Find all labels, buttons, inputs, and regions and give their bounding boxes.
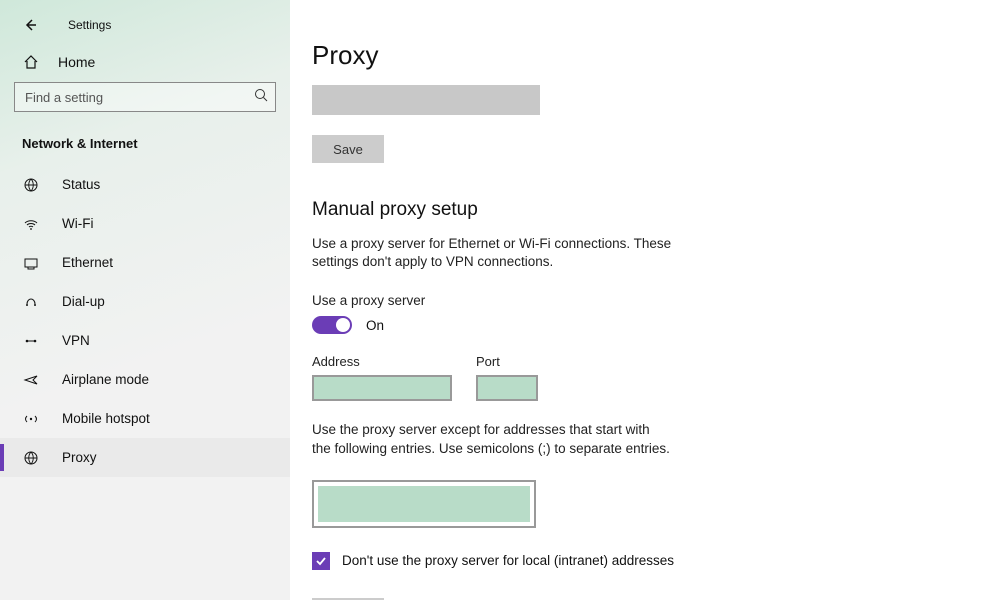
save-button-top[interactable]: Save <box>312 135 384 163</box>
local-addresses-label: Don't use the proxy server for local (in… <box>342 553 674 568</box>
local-addresses-checkbox[interactable] <box>312 552 330 570</box>
sidebar-item-airplane[interactable]: Airplane mode <box>0 360 290 399</box>
manual-desc: Use a proxy server for Ethernet or Wi-Fi… <box>312 235 672 271</box>
toggle-thumb <box>336 318 350 332</box>
exceptions-field-wrap <box>312 480 536 528</box>
dialup-icon <box>22 294 40 310</box>
sidebar-item-label: Mobile hotspot <box>62 411 150 426</box>
home-link[interactable]: Home <box>0 42 290 82</box>
sidebar-item-label: VPN <box>62 333 90 348</box>
port-input[interactable] <box>476 375 538 401</box>
sidebar-item-dialup[interactable]: Dial-up <box>0 282 290 321</box>
sidebar-item-ethernet[interactable]: Ethernet <box>0 243 290 282</box>
back-button[interactable] <box>16 11 44 39</box>
toggle-state-label: On <box>366 318 384 333</box>
sidebar-item-label: Wi-Fi <box>62 216 93 231</box>
script-address-input[interactable] <box>312 85 540 115</box>
home-icon <box>22 54 40 70</box>
sidebar-item-status[interactable]: Status <box>0 165 290 204</box>
check-icon <box>314 554 328 568</box>
vpn-icon <box>22 333 40 349</box>
manual-heading: Manual proxy setup <box>312 199 960 221</box>
sidebar-item-label: Ethernet <box>62 255 113 270</box>
airplane-icon <box>22 372 40 388</box>
use-proxy-toggle[interactable] <box>312 316 352 334</box>
port-label: Port <box>476 354 538 369</box>
exceptions-desc: Use the proxy server except for addresse… <box>312 421 672 457</box>
sidebar-item-hotspot[interactable]: Mobile hotspot <box>0 399 290 438</box>
sidebar-item-wifi[interactable]: Wi-Fi <box>0 204 290 243</box>
use-proxy-label: Use a proxy server <box>312 293 960 308</box>
arrow-left-icon <box>22 17 38 33</box>
sidebar-item-proxy[interactable]: Proxy <box>0 438 290 477</box>
page-title: Proxy <box>312 40 960 71</box>
sidebar-item-label: Airplane mode <box>62 372 149 387</box>
sidebar-item-label: Proxy <box>62 450 97 465</box>
search-field[interactable] <box>14 82 276 112</box>
sidebar-item-label: Dial-up <box>62 294 105 309</box>
sidebar-item-vpn[interactable]: VPN <box>0 321 290 360</box>
section-title: Network & Internet <box>0 130 290 165</box>
globe-icon <box>22 177 40 193</box>
address-label: Address <box>312 354 452 369</box>
wifi-icon <box>22 216 40 232</box>
globe-icon <box>22 450 40 466</box>
header-title: Settings <box>68 18 111 32</box>
exceptions-input[interactable] <box>318 486 530 522</box>
home-label: Home <box>58 54 95 70</box>
hotspot-icon <box>22 411 40 427</box>
search-icon <box>254 88 268 102</box>
sidebar-item-label: Status <box>62 177 100 192</box>
ethernet-icon <box>22 255 40 271</box>
search-input[interactable] <box>14 82 276 112</box>
address-input[interactable] <box>312 375 452 401</box>
